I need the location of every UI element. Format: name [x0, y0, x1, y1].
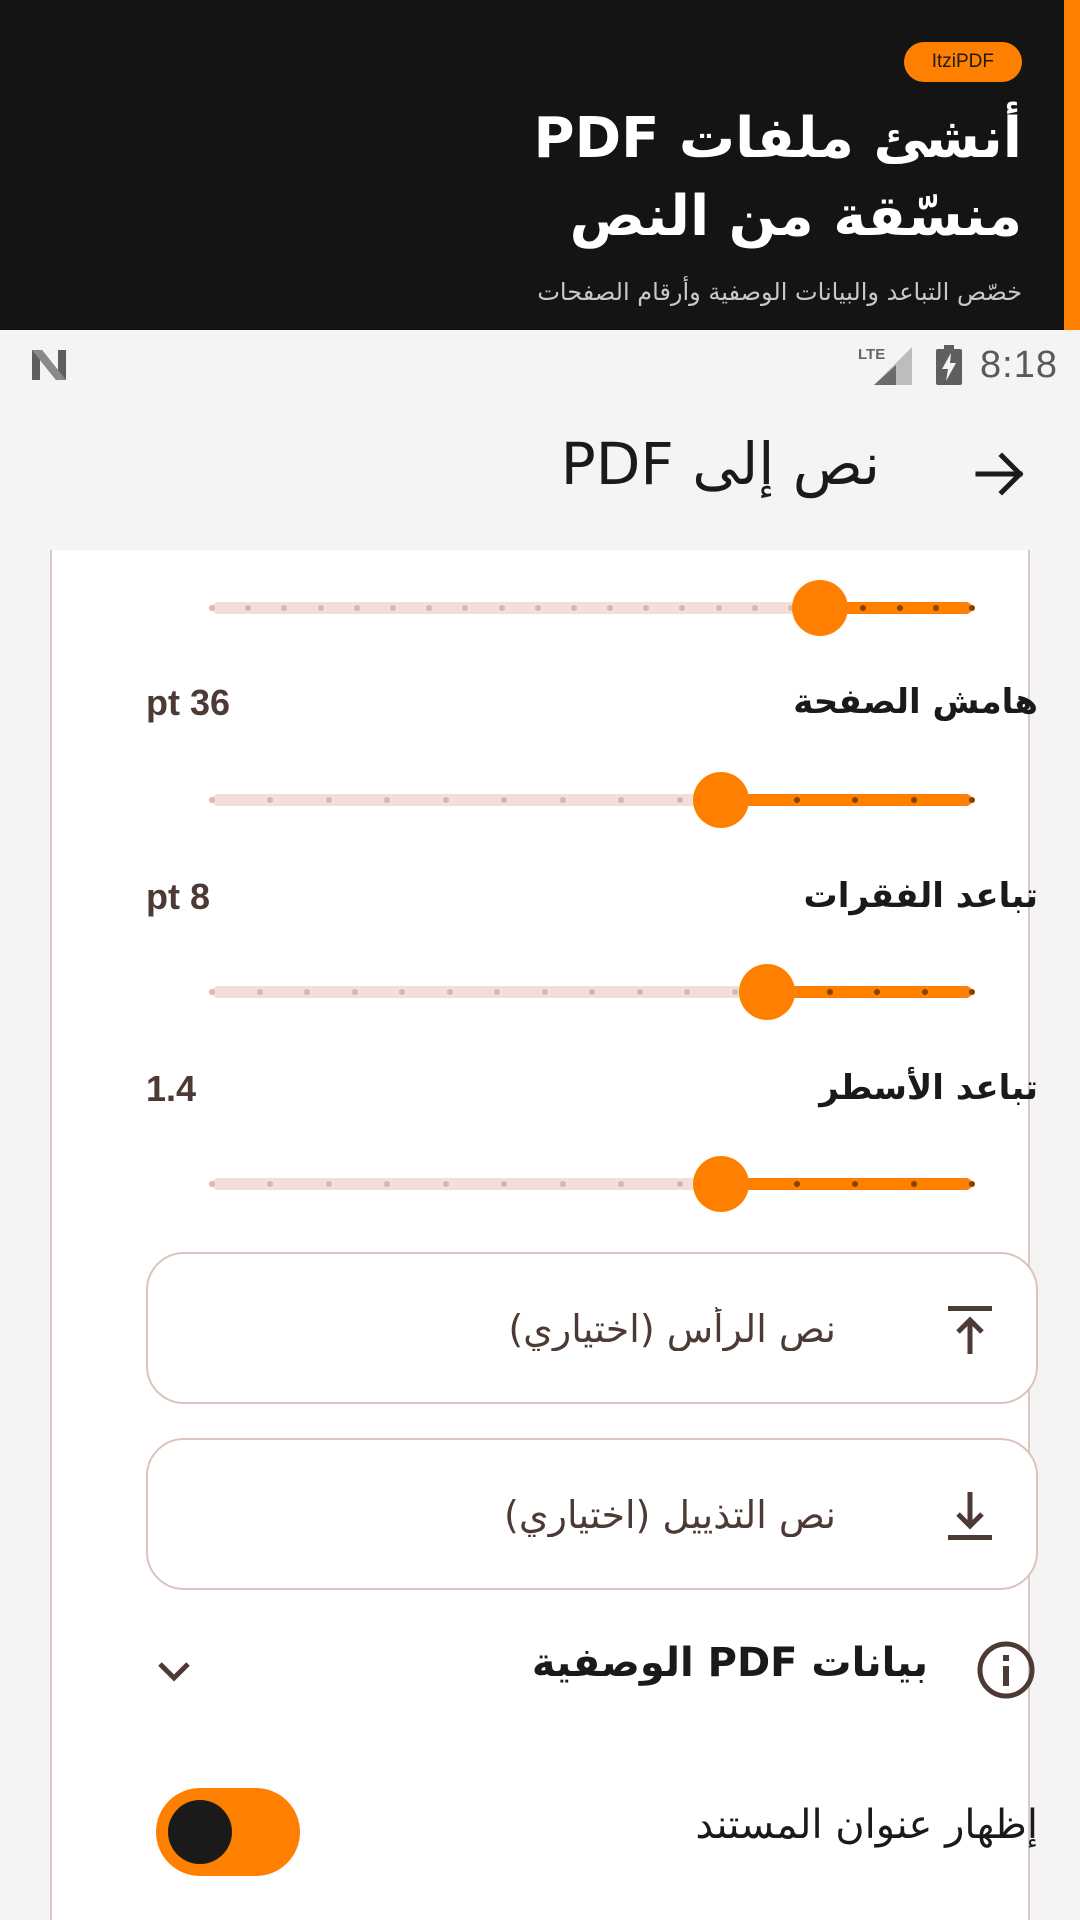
header-text-field[interactable] [146, 1252, 1038, 1404]
slider-tick [304, 989, 310, 995]
slider-fill [766, 986, 972, 998]
slider-tick [793, 797, 800, 803]
settings-card: هامش الصفحة pt 36 تباعد الفقرات pt 8 تبا… [50, 550, 1038, 1920]
slider-tick [317, 605, 324, 611]
promo-title-line-1: أنشئ ملفات PDF [533, 106, 1022, 171]
slider-tick [541, 989, 548, 995]
line-label-row: تباعد الأسطر 1.4 [146, 1068, 1038, 1118]
slider-tick [715, 605, 722, 611]
n-notification-icon [32, 350, 66, 380]
slider-tick [570, 605, 577, 611]
slider-tick [751, 605, 758, 611]
slider-tick [896, 605, 903, 611]
download-icon [948, 1492, 992, 1540]
paragraph-label-row: تباعد الفقرات pt 8 [146, 876, 1038, 926]
slider-tick [209, 797, 215, 803]
slider-tick [676, 797, 683, 803]
slider-tick [874, 989, 880, 995]
footer-text-input[interactable] [188, 1480, 836, 1550]
align-top-icon [948, 1306, 992, 1354]
paragraph-spacing-slider[interactable] [209, 962, 975, 1022]
slider-tick [442, 797, 449, 803]
slider-thumb[interactable] [738, 964, 795, 1020]
show-title-switch[interactable] [156, 1788, 300, 1876]
chevron-down-icon[interactable] [152, 1650, 196, 1694]
slider-tick [209, 605, 215, 611]
slider-tick [684, 989, 690, 995]
footer-text-field[interactable] [146, 1438, 1038, 1590]
slider-tick [921, 989, 928, 995]
slider-tick [325, 797, 332, 803]
show-title-label: إظهار عنوان المستند [695, 1802, 1038, 1848]
slider-tick [325, 1181, 332, 1187]
show-title-toggle-row: إظهار عنوان المستند [146, 1776, 1038, 1876]
slider-tick [910, 797, 917, 803]
margin-slider[interactable] [209, 770, 975, 830]
slider-tick [498, 605, 505, 611]
promo-banner: ItziPDF أنشئ ملفات PDF منسّقة من النص خص… [0, 0, 1080, 330]
slider-tick [969, 1181, 975, 1187]
slider-thumb[interactable] [693, 772, 750, 828]
slider-tick [399, 989, 405, 995]
slider-tick [446, 989, 453, 995]
status-clock: 8:18 [980, 343, 1058, 386]
promo-title-line-2: منسّقة من النص [569, 184, 1022, 249]
app-bar: نص إلى PDF [0, 400, 1080, 550]
slider-tick [559, 1181, 566, 1187]
slider-thumb[interactable] [792, 580, 848, 636]
slider-tick [389, 605, 396, 611]
paragraph-spacing-label: تباعد الفقرات [803, 876, 1038, 916]
slider-tick [256, 989, 263, 995]
network-label: LTE [858, 346, 885, 363]
slider-tick [209, 989, 215, 995]
paragraph-spacing-value: pt 8 [146, 876, 211, 917]
line-spacing-slider[interactable] [209, 1154, 975, 1214]
margin-label-row: هامش الصفحة pt 36 [146, 682, 1038, 732]
page-title: نص إلى PDF [560, 430, 880, 498]
slider-tick [826, 989, 833, 995]
promo-title: أنشئ ملفات PDF منسّقة من النص [122, 100, 1022, 256]
slider-tick [636, 989, 643, 995]
slider-tick [353, 605, 360, 611]
slider-tick [910, 1181, 917, 1187]
slider-tick [209, 1181, 215, 1187]
status-icons: LTE 8:18 [858, 340, 1058, 390]
slider-tick [969, 797, 975, 803]
margin-value: pt 36 [146, 682, 231, 723]
slider-tick [442, 1181, 449, 1187]
pdf-metadata-title: بيانات PDF الوصفية [531, 1640, 928, 1686]
slider-tick [793, 1181, 800, 1187]
slider-tick [932, 605, 939, 611]
switch-knob[interactable] [168, 1800, 232, 1864]
arrow-right-icon[interactable] [968, 442, 1032, 506]
slider-tick [969, 989, 975, 995]
slider-tick [676, 1181, 683, 1187]
slider-tick [731, 989, 738, 995]
slider-tick [589, 989, 595, 995]
top-slider[interactable] [209, 578, 975, 638]
pdf-metadata-header[interactable]: بيانات PDF الوصفية [146, 1620, 1038, 1720]
promo-subtitle: خصّص التباعد والبيانات الوصفية وأرقام ال… [537, 278, 1022, 306]
margin-label: هامش الصفحة [793, 682, 1038, 722]
header-text-input[interactable] [188, 1294, 836, 1364]
info-icon [977, 1641, 1035, 1699]
slider-fill [721, 1178, 972, 1190]
slider-tick [351, 989, 358, 995]
slider-tick [969, 605, 975, 611]
line-spacing-value: 1.4 [146, 1068, 197, 1109]
slider-tick [534, 605, 541, 611]
slider-tick [559, 797, 566, 803]
slider-thumb[interactable] [693, 1156, 750, 1212]
promo-badge: ItziPDF [903, 42, 1022, 82]
lte-signal-icon: LTE [858, 346, 913, 385]
promo-accent-bar [1064, 0, 1080, 330]
line-spacing-label: تباعد الأسطر [819, 1068, 1038, 1108]
battery-charging-icon [936, 345, 963, 385]
slider-fill [721, 794, 972, 806]
slider-tick [494, 989, 500, 995]
status-bar: LTE 8:18 [0, 330, 1080, 400]
